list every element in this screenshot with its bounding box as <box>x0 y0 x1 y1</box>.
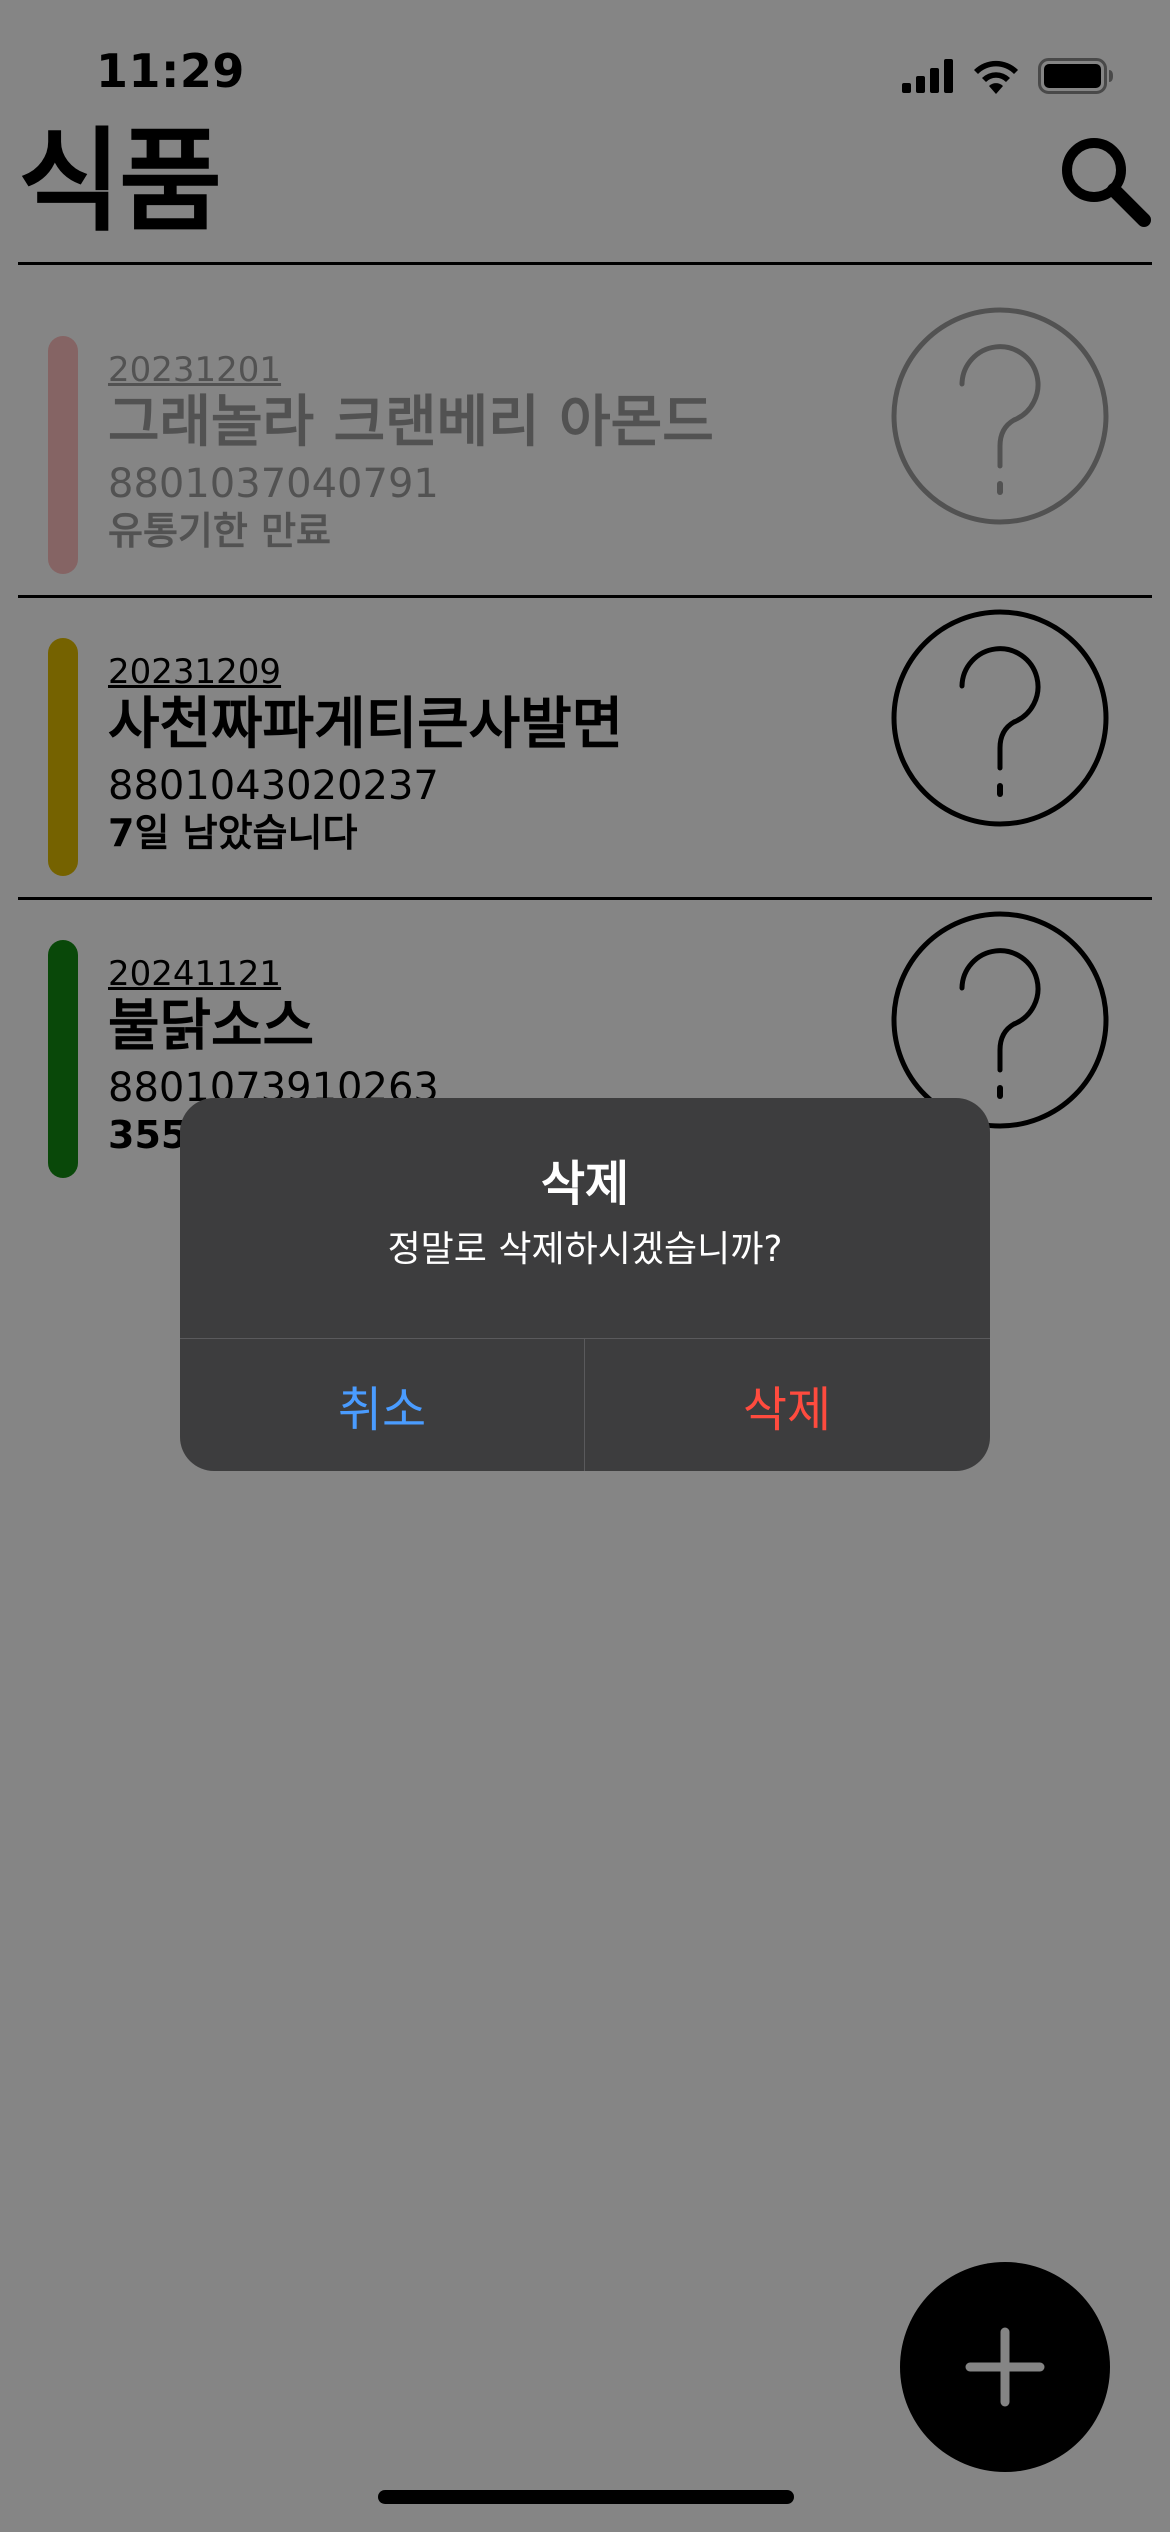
cancel-button[interactable]: 취소 <box>180 1339 584 1471</box>
dialog-message: 정말로 삭제하시겠습니까? <box>387 1229 783 1270</box>
dialog-title: 삭제 <box>540 1156 630 1212</box>
delete-button[interactable]: 삭제 <box>585 1339 989 1471</box>
home-indicator[interactable] <box>378 2490 794 2504</box>
delete-confirm-dialog: 삭제 정말로 삭제하시겠습니까? 취소 삭제 <box>180 1098 990 1471</box>
